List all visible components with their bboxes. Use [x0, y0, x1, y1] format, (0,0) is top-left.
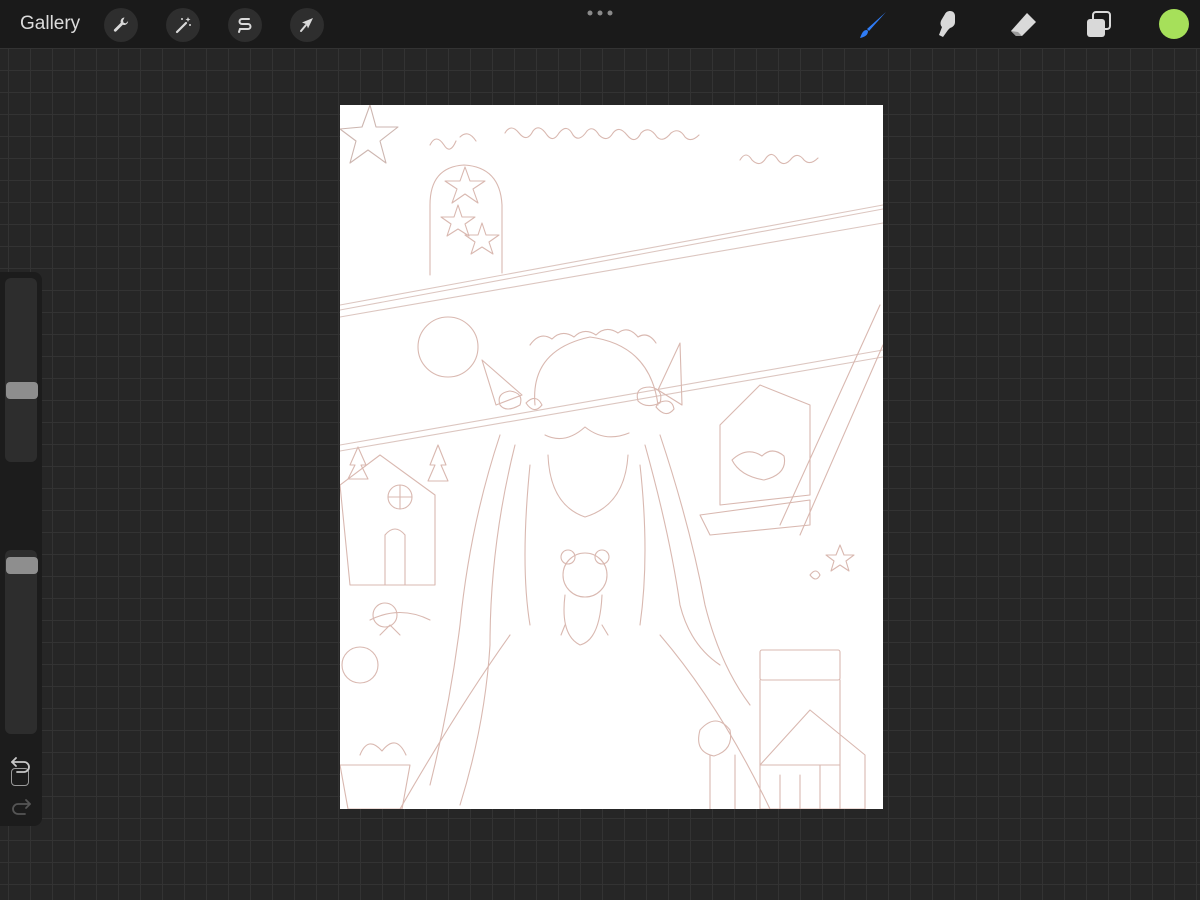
- magic-wand-icon: [175, 17, 191, 34]
- sketch-artwork: [340, 105, 883, 809]
- layers-button[interactable]: [1082, 8, 1116, 42]
- wrench-icon: [113, 17, 129, 32]
- eraser-icon: [1011, 13, 1036, 36]
- redo-icon[interactable]: [8, 794, 34, 816]
- left-sidebar: [0, 272, 42, 826]
- drawing-canvas[interactable]: [340, 105, 883, 809]
- undo-icon[interactable]: [8, 752, 34, 774]
- actions-button[interactable]: [104, 8, 138, 42]
- brush-tool-button[interactable]: [856, 8, 890, 42]
- selection-button[interactable]: [228, 8, 262, 42]
- brush-icon: [860, 12, 886, 38]
- layers-icon: [1087, 11, 1111, 37]
- color-picker-button[interactable]: [1159, 9, 1189, 39]
- opacity-slider[interactable]: [5, 550, 37, 734]
- top-toolbar: Gallery: [0, 0, 1200, 48]
- transform-arrow-icon: [300, 18, 313, 32]
- more-dots-icon[interactable]: [585, 8, 615, 18]
- eraser-tool-button[interactable]: [1006, 8, 1040, 42]
- brush-size-slider[interactable]: [5, 278, 37, 462]
- smudge-tool-button[interactable]: [930, 8, 964, 42]
- gallery-button[interactable]: Gallery: [20, 13, 80, 35]
- adjustments-button[interactable]: [166, 8, 200, 42]
- selection-icon: [238, 18, 252, 33]
- opacity-slider-handle[interactable]: [6, 556, 38, 574]
- transform-button[interactable]: [290, 8, 324, 42]
- smudge-icon: [939, 11, 955, 37]
- brush-size-slider-handle[interactable]: [6, 381, 38, 399]
